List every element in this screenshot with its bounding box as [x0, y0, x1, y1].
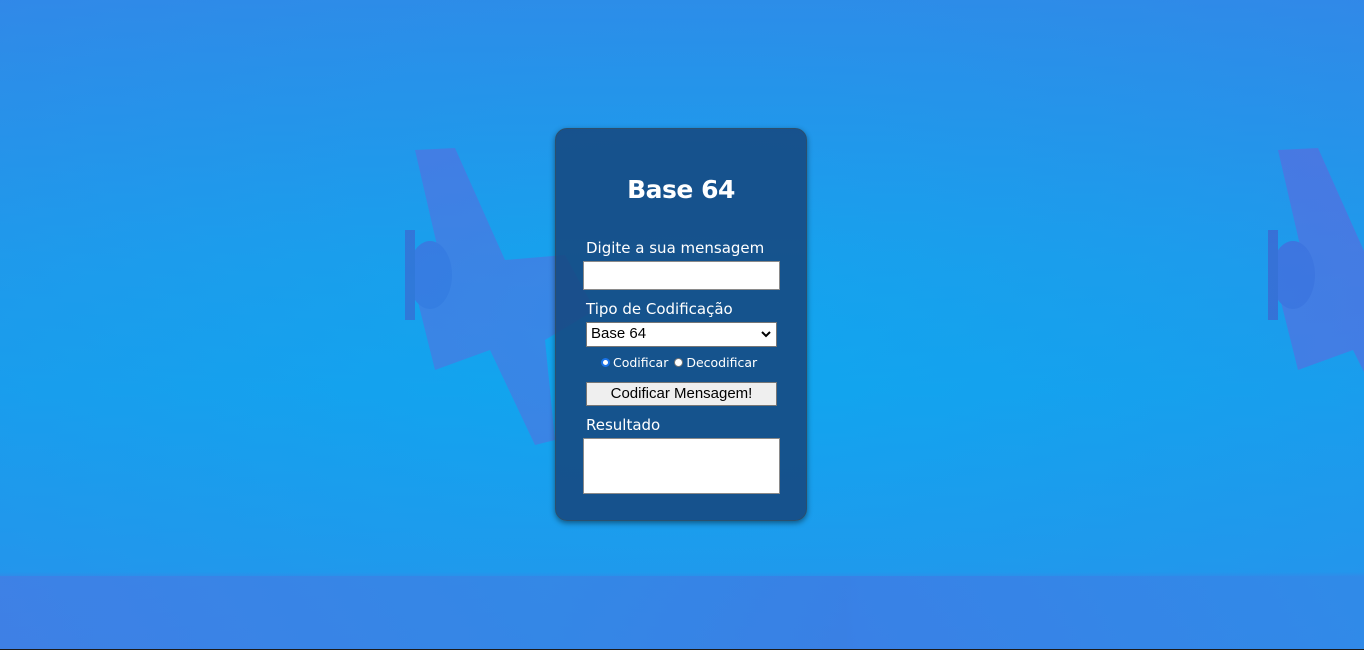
encode-radio[interactable] [601, 358, 610, 367]
decode-radio-label[interactable]: Decodificar [686, 355, 757, 370]
chevron-down-icon [761, 331, 771, 338]
result-label: Resultado [586, 416, 661, 434]
encoding-type-label: Tipo de Codificação [586, 300, 733, 318]
encoder-card: Base 64 Digite a sua mensagem Tipo de Co… [555, 128, 807, 521]
encoding-type-select[interactable]: Base 64 [586, 322, 777, 347]
background-bottom-band [0, 576, 1364, 650]
message-label: Digite a sua mensagem [586, 239, 765, 257]
mode-radio-group: Codificar Decodificar [601, 355, 763, 370]
card-title: Base 64 [627, 175, 735, 204]
encoding-type-selected-value: Base 64 [591, 325, 647, 342]
message-input[interactable] [583, 261, 780, 290]
result-textarea[interactable] [583, 438, 780, 494]
decode-radio[interactable] [674, 358, 684, 367]
encode-message-button[interactable]: Codificar Mensagem! [586, 382, 777, 406]
encode-radio-label[interactable]: Codificar [613, 355, 668, 370]
